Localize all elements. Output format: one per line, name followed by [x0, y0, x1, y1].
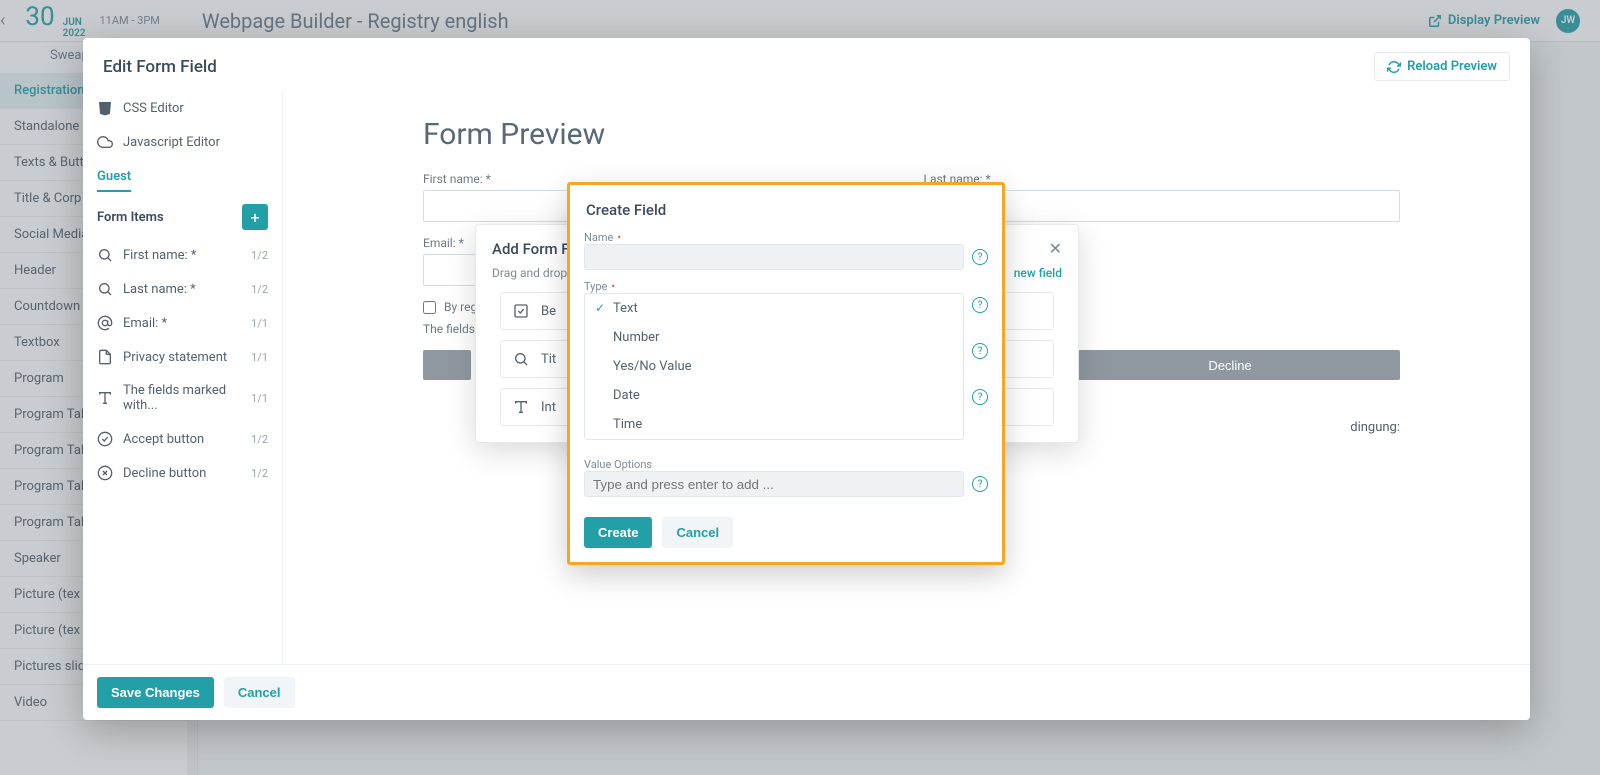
type-option[interactable]: Time — [585, 410, 963, 439]
form-item-row[interactable]: Email: *1/1 — [83, 306, 282, 340]
form-item-row[interactable]: First name: *1/2 — [83, 238, 282, 272]
reload-preview-button[interactable]: Reload Preview — [1374, 52, 1510, 81]
add-panel-title: Add Form F — [492, 240, 570, 258]
search-icon — [97, 247, 113, 263]
guest-tab[interactable]: Guest — [83, 159, 282, 192]
type-option[interactable]: Number — [585, 323, 963, 352]
modal-side-panel: CSS Editor Javascript Editor Guest Form … — [83, 91, 283, 664]
refresh-icon — [1387, 60, 1401, 74]
add-new-field-link[interactable]: new field — [1014, 266, 1062, 280]
js-label: Javascript Editor — [123, 135, 220, 150]
type-option[interactable]: Text — [585, 294, 963, 323]
css-icon — [97, 100, 113, 116]
accept-button[interactable] — [423, 350, 471, 380]
css-label: CSS Editor — [123, 101, 184, 116]
checkbox-icon — [513, 303, 531, 319]
name-label: Name — [584, 231, 613, 244]
help-icon[interactable]: ? — [972, 389, 988, 405]
type-option[interactable]: Yes/No Value — [585, 352, 963, 381]
js-editor-row[interactable]: Javascript Editor — [83, 125, 282, 159]
decline-button[interactable]: Decline — [1060, 350, 1400, 380]
help-icon[interactable]: ? — [972, 476, 988, 492]
preview-heading: Form Preview — [423, 117, 1400, 152]
type-option[interactable]: Date — [585, 381, 963, 410]
type-label: Type — [584, 280, 607, 293]
form-item-row[interactable]: The fields marked with...1/1 — [83, 374, 282, 422]
close-icon[interactable]: ✕ — [1049, 239, 1062, 258]
help-icon[interactable]: ? — [972, 343, 988, 359]
consent-checkbox[interactable] — [423, 301, 436, 314]
value-options-label: Value Options — [584, 458, 652, 471]
value-options-input[interactable] — [584, 471, 964, 497]
search-icon — [513, 351, 531, 367]
form-item-row[interactable]: Last name: *1/2 — [83, 272, 282, 306]
create-button[interactable]: Create — [584, 517, 652, 548]
reload-label: Reload Preview — [1407, 59, 1497, 74]
create-title: Create Field — [586, 201, 986, 219]
add-form-item-button[interactable]: + — [242, 204, 268, 230]
xcircle-icon — [97, 465, 113, 481]
create-field-modal: Create Field Name• ? Type• TextNumberYes… — [567, 182, 1005, 565]
help-icon[interactable]: ? — [972, 249, 988, 265]
form-items-heading: Form Items — [97, 210, 164, 225]
text-icon — [97, 390, 113, 406]
form-item-row[interactable]: Privacy statement1/1 — [83, 340, 282, 374]
modal-title: Edit Form Field — [103, 57, 217, 77]
type-dropdown[interactable]: TextNumberYes/No ValueDateTime — [584, 293, 964, 440]
text-icon — [513, 399, 531, 415]
search-icon — [97, 281, 113, 297]
check-icon — [97, 431, 113, 447]
cloud-icon — [97, 134, 113, 150]
form-item-row[interactable]: Accept button1/2 — [83, 422, 282, 456]
css-editor-row[interactable]: CSS Editor — [83, 91, 282, 125]
form-item-row[interactable]: Decline button1/2 — [83, 456, 282, 490]
name-input[interactable] — [584, 244, 964, 270]
at-icon — [97, 315, 113, 331]
drag-hint: Drag and drop — [492, 266, 567, 280]
create-cancel-button[interactable]: Cancel — [662, 517, 733, 548]
cancel-button[interactable]: Cancel — [224, 677, 295, 708]
help-icon[interactable]: ? — [972, 297, 988, 313]
doc-icon — [97, 349, 113, 365]
save-button[interactable]: Save Changes — [97, 677, 214, 708]
